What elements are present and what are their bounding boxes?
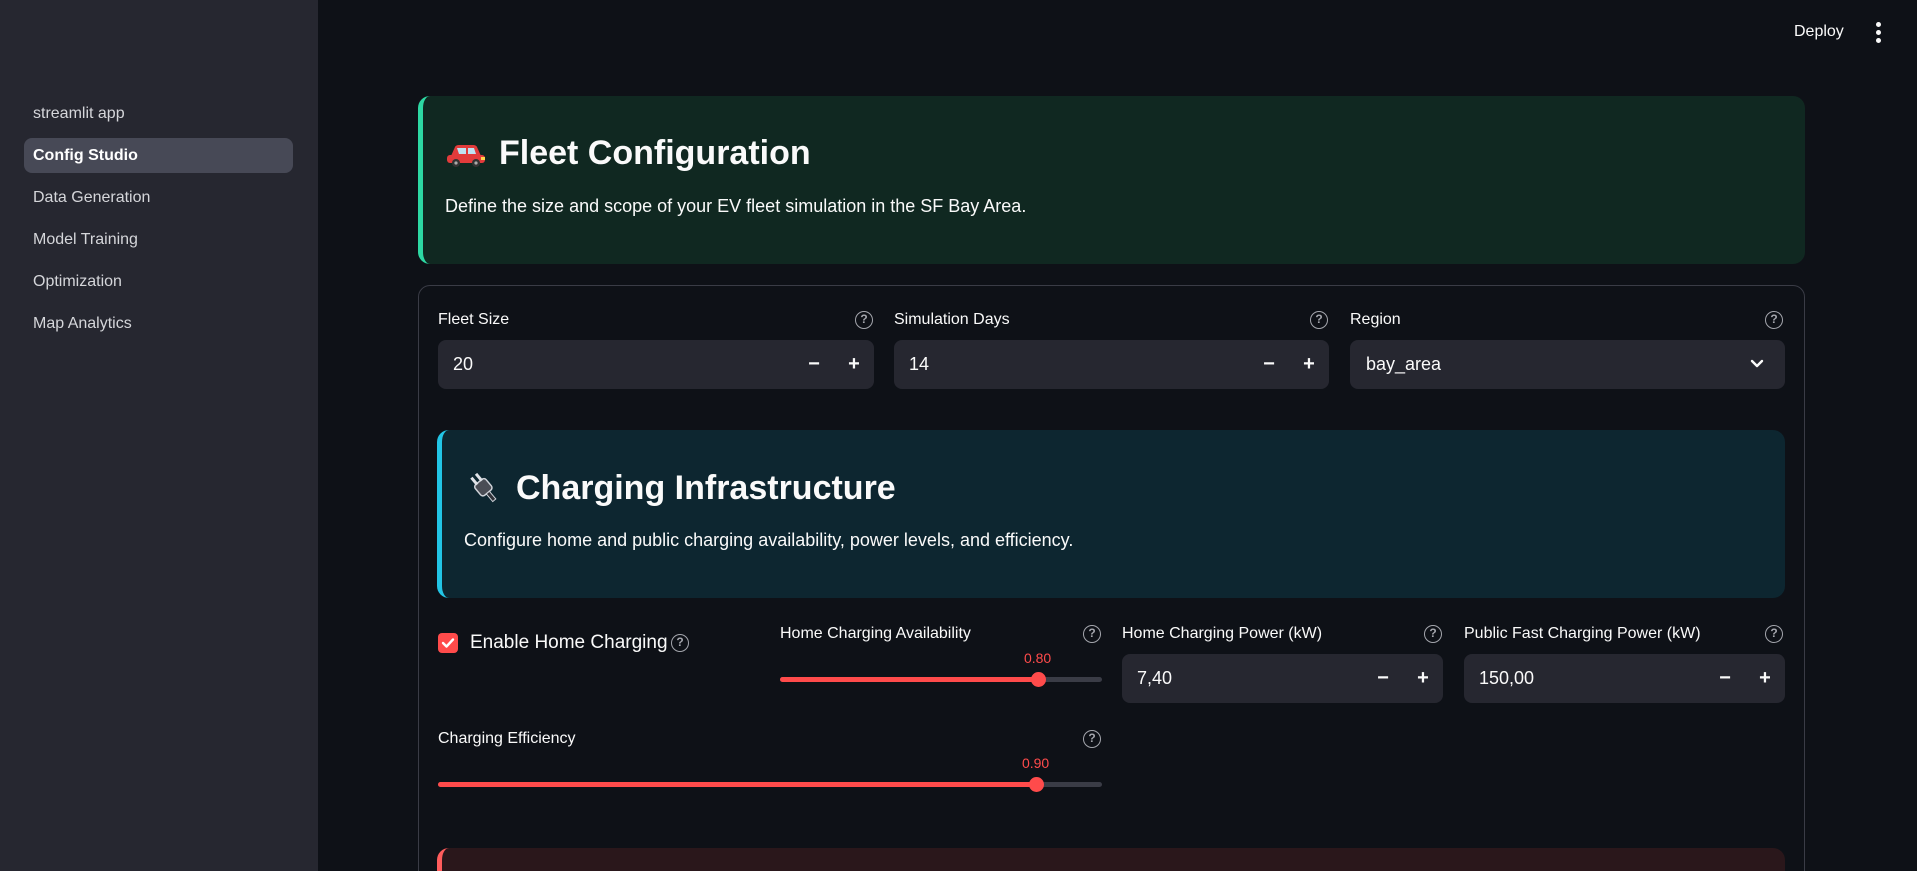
fleet-size-increment-button[interactable]: + — [834, 340, 874, 389]
slider-thumb[interactable] — [1030, 672, 1046, 687]
charging-infrastructure-header: Charging Infrastructure Configure home a… — [437, 430, 1785, 598]
fleet-configuration-header: Fleet Configuration Define the size and … — [418, 96, 1805, 264]
slider-fill — [780, 677, 1038, 682]
sidebar-item-streamlit-app[interactable]: streamlit app — [24, 96, 293, 131]
sidebar-nav: streamlit app Config Studio Data Generat… — [24, 96, 293, 348]
slider-fill — [438, 782, 1036, 787]
enable-home-charging-help-icon[interactable]: ? — [671, 634, 689, 652]
charging-efficiency-help-icon[interactable]: ? — [1083, 730, 1101, 748]
fleet-size-value: 20 — [453, 354, 474, 374]
sidebar: streamlit app Config Studio Data Generat… — [0, 0, 318, 871]
region-select[interactable]: bay_area — [1350, 340, 1785, 389]
chevron-down-icon — [1750, 359, 1764, 368]
home-charging-power-increment-button[interactable]: + — [1403, 654, 1443, 703]
fleet-configuration-description: Define the size and scope of your EV fle… — [445, 196, 1027, 216]
sidebar-item-optimization[interactable]: Optimization — [24, 264, 293, 299]
charging-infrastructure-title: Charging Infrastructure — [464, 468, 896, 508]
public-fast-charging-power-decrement-button[interactable]: − — [1705, 654, 1745, 703]
home-charging-availability-label: Home Charging Availability — [780, 625, 971, 642]
checkmark-icon — [441, 638, 455, 648]
region-value: bay_area — [1366, 354, 1442, 374]
public-fast-charging-power-input[interactable]: 150,00 − + — [1464, 654, 1785, 703]
region-help-icon[interactable]: ? — [1765, 311, 1783, 329]
fleet-size-help-icon[interactable]: ? — [855, 311, 873, 329]
simulation-days-increment-button[interactable]: + — [1289, 340, 1329, 389]
charging-efficiency-label: Charging Efficiency — [438, 730, 576, 747]
fleet-configuration-title: Fleet Configuration — [445, 134, 811, 173]
enable-home-charging-checkbox[interactable] — [438, 633, 458, 653]
home-charging-power-value: 7,40 — [1137, 668, 1173, 688]
public-fast-charging-power-label: Public Fast Charging Power (kW) — [1464, 625, 1701, 642]
home-charging-power-label: Home Charging Power (kW) — [1122, 625, 1323, 642]
kebab-menu-icon[interactable] — [1870, 22, 1886, 46]
fleet-size-decrement-button[interactable]: − — [794, 340, 834, 389]
simulation-days-value: 14 — [909, 354, 930, 374]
simulation-days-input[interactable]: 14 − + — [894, 340, 1329, 389]
public-fast-charging-power-help-icon[interactable]: ? — [1765, 625, 1783, 643]
simulation-days-help-icon[interactable]: ? — [1310, 311, 1328, 329]
next-section-header — [437, 848, 1785, 871]
home-charging-availability-help-icon[interactable]: ? — [1083, 625, 1101, 643]
home-charging-power-help-icon[interactable]: ? — [1424, 625, 1442, 643]
sidebar-item-config-studio[interactable]: Config Studio — [24, 138, 293, 173]
public-fast-charging-power-value: 150,00 — [1479, 668, 1535, 688]
enable-home-charging-label[interactable]: Enable Home Charging — [470, 632, 668, 654]
fleet-size-label: Fleet Size — [438, 311, 510, 328]
fleet-size-input[interactable]: 20 − + — [438, 340, 874, 389]
home-charging-power-decrement-button[interactable]: − — [1363, 654, 1403, 703]
charging-infrastructure-description: Configure home and public charging avail… — [464, 530, 1074, 550]
region-label: Region — [1350, 311, 1401, 328]
sidebar-item-map-analytics[interactable]: Map Analytics — [24, 306, 293, 341]
home-charging-availability-value: 0.80 — [1023, 650, 1052, 666]
sidebar-item-data-generation[interactable]: Data Generation — [24, 180, 293, 215]
public-fast-charging-power-increment-button[interactable]: + — [1745, 654, 1785, 703]
simulation-days-label: Simulation Days — [894, 311, 1010, 328]
home-charging-availability-slider[interactable]: 0.80 — [780, 650, 1102, 688]
home-charging-power-input[interactable]: 7,40 − + — [1122, 654, 1443, 703]
charging-efficiency-slider[interactable]: 0.90 — [438, 755, 1102, 793]
sidebar-item-model-training[interactable]: Model Training — [24, 222, 293, 257]
plug-icon — [470, 472, 497, 503]
deploy-button[interactable]: Deploy — [1794, 23, 1844, 41]
car-icon — [447, 144, 485, 167]
simulation-days-decrement-button[interactable]: − — [1249, 340, 1289, 389]
slider-thumb[interactable] — [1028, 777, 1044, 792]
charging-efficiency-value: 0.90 — [1021, 755, 1050, 771]
